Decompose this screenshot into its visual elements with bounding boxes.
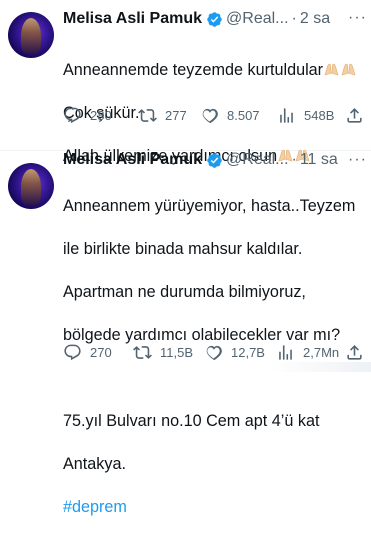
tweet-line: Apartman ne durumda bilmiyoruz, <box>63 282 306 301</box>
views-count: 2,7Mn <box>303 345 340 360</box>
reply-count: 270 <box>90 345 112 360</box>
views-chart-icon <box>280 108 293 123</box>
timestamp[interactable]: 11 sa <box>300 151 338 169</box>
author-handle[interactable]: @Real... <box>226 10 288 28</box>
tweet[interactable]: Melisa Asli Pamuk @Real... · 11 sa ··· Anne… <box>0 151 371 516</box>
verified-badge-icon <box>207 152 222 168</box>
tweet-line: Antakya. <box>63 454 126 473</box>
tweet-line: Anneannemde teyzemde kurtuldular <box>63 60 324 79</box>
more-options-icon[interactable]: ··· <box>348 151 367 169</box>
separator: · <box>291 10 297 27</box>
separator: · <box>291 151 297 168</box>
share-button[interactable] <box>345 343 371 362</box>
reply-icon <box>64 344 81 361</box>
tweet-line: 75.yıl Bulvarı no.10 Cem apt 4’ü kat <box>63 411 320 430</box>
retweet-count: 277 <box>165 108 187 123</box>
views-chart-icon <box>279 345 292 360</box>
tweet-line: Anneannem yürüyemiyor, hasta..Teyzem <box>63 196 356 215</box>
views-button[interactable]: 548B <box>277 106 334 125</box>
views-count: 548B <box>304 108 335 123</box>
tweet-actions: 280 277 8.507 548B <box>63 106 365 126</box>
timestamp[interactable]: 2 sa <box>300 10 330 28</box>
heart-icon <box>202 108 218 124</box>
tweet-header: Melisa Asli Pamuk @Real... · 2 sa <box>63 10 365 34</box>
hashtag-link[interactable]: #deprem <box>63 497 365 519</box>
like-button[interactable]: 12,7B <box>204 343 265 362</box>
heart-icon <box>206 345 222 361</box>
author-name[interactable]: Melisa Asli Pamuk <box>63 10 202 28</box>
praying-hands-icon <box>324 63 339 76</box>
tweet-header: Melisa Asli Pamuk @Real... · 11 sa <box>63 151 365 175</box>
tweet-line: ile birlikte binada mahsur kaldılar. <box>63 239 303 258</box>
retweet-button[interactable]: 277 <box>138 106 187 125</box>
like-count: 8.507 <box>227 108 260 123</box>
like-button[interactable]: 8.507 <box>200 106 260 125</box>
more-options-icon[interactable]: ··· <box>348 9 367 27</box>
reply-button[interactable]: 270 <box>63 343 112 362</box>
retweet-button[interactable]: 11,5B <box>133 343 193 362</box>
reply-button[interactable]: 280 <box>63 106 112 125</box>
author-name[interactable]: Melisa Asli Pamuk <box>63 151 202 169</box>
share-button[interactable] <box>345 106 371 125</box>
tweet-actions: 270 11,5B 12,7B 2,7Mn <box>63 343 365 363</box>
reply-count: 280 <box>90 108 112 123</box>
reply-icon <box>64 107 81 124</box>
retweet-icon <box>138 109 157 122</box>
bottom-edge <box>270 362 371 372</box>
like-count: 12,7B <box>231 345 265 360</box>
retweet-count: 11,5B <box>160 345 194 360</box>
author-handle[interactable]: @Real... <box>226 151 288 169</box>
share-icon <box>347 108 362 123</box>
share-icon <box>347 345 362 360</box>
avatar[interactable] <box>8 163 54 209</box>
views-button[interactable]: 2,7Mn <box>276 343 339 362</box>
verified-badge-icon <box>207 11 222 27</box>
retweet-icon <box>133 346 152 359</box>
tweet[interactable]: Melisa Asli Pamuk @Real... · 2 sa ··· Annea… <box>0 0 371 165</box>
avatar[interactable] <box>8 12 54 58</box>
praying-hands-icon <box>341 63 356 76</box>
